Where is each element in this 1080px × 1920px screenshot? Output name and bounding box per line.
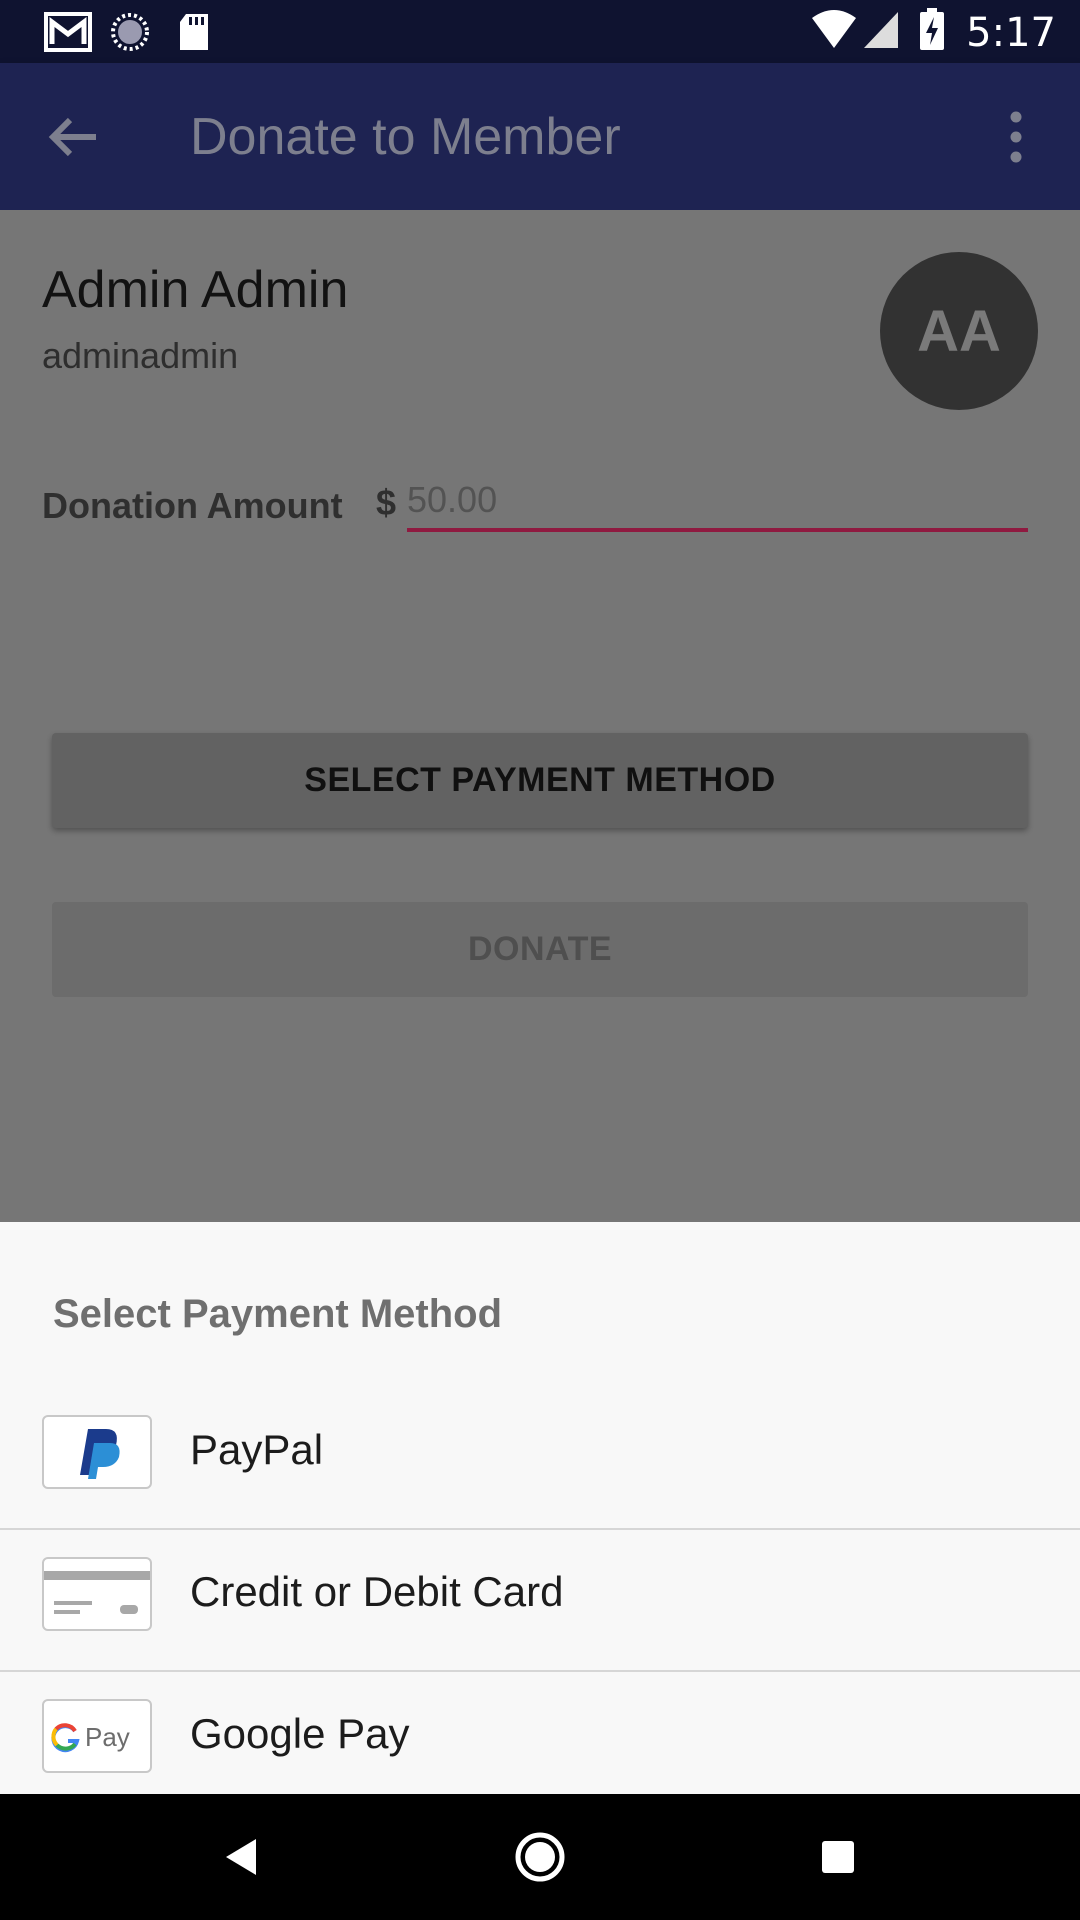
nav-home-button[interactable] (480, 1814, 600, 1900)
payment-option-label: Google Pay (190, 1710, 410, 1757)
member-name: Admin Admin (42, 261, 349, 319)
payment-method-sheet: Select Payment Method PayPal Credit or D… (0, 1222, 1080, 1794)
page-title: Donate to Member (190, 108, 621, 166)
gmail-icon (44, 12, 92, 52)
donation-amount-input[interactable] (407, 472, 1028, 532)
system-nav-bar (0, 1794, 1080, 1920)
app-bar: Donate to Member (0, 63, 1080, 210)
home-circle-icon (515, 1832, 565, 1882)
arrow-back-icon (48, 117, 96, 157)
wifi-icon (812, 10, 856, 48)
donation-form: Admin Admin adminadmin AA Donation Amoun… (0, 210, 1080, 1222)
sheet-title: Select Payment Method (53, 1292, 503, 1336)
donation-amount-label: Donation Amount (42, 485, 343, 526)
back-triangle-icon (226, 1839, 256, 1875)
nav-back-button[interactable] (182, 1814, 302, 1900)
credit-card-icon (42, 1557, 152, 1631)
status-time: 5:17 (966, 10, 1056, 56)
sd-card-icon (180, 14, 208, 50)
payment-option-paypal[interactable]: PayPal (0, 1388, 1080, 1530)
donate-button[interactable]: DONATE (52, 902, 1028, 997)
back-button[interactable] (30, 93, 118, 181)
nav-recents-button[interactable] (778, 1814, 898, 1900)
more-vert-icon (1010, 111, 1022, 163)
paypal-logo-icon (42, 1415, 152, 1489)
payment-option-card[interactable]: Credit or Debit Card (0, 1530, 1080, 1672)
avatar-initials: AA (917, 298, 1001, 364)
payment-option-google-pay[interactable]: Pay Google Pay (0, 1672, 1080, 1812)
google-pay-logo-text: Pay (85, 1722, 130, 1752)
select-payment-method-button[interactable]: SELECT PAYMENT METHOD (52, 733, 1028, 828)
select-payment-method-label: SELECT PAYMENT METHOD (304, 761, 776, 799)
payment-option-label: PayPal (190, 1426, 324, 1473)
member-username: adminadmin (42, 335, 239, 376)
avatar: AA (880, 252, 1038, 410)
donate-label: DONATE (467, 930, 613, 968)
more-options-button[interactable] (972, 93, 1060, 181)
sync-icon (111, 13, 149, 51)
battery-charging-icon (920, 8, 944, 50)
payment-option-label: Credit or Debit Card (190, 1568, 564, 1615)
signal-icon (864, 12, 898, 48)
currency-symbol: $ (376, 482, 397, 523)
status-bar: 5:17 (0, 0, 1080, 63)
recents-square-icon (822, 1841, 854, 1873)
google-pay-logo-icon: Pay (42, 1699, 152, 1773)
